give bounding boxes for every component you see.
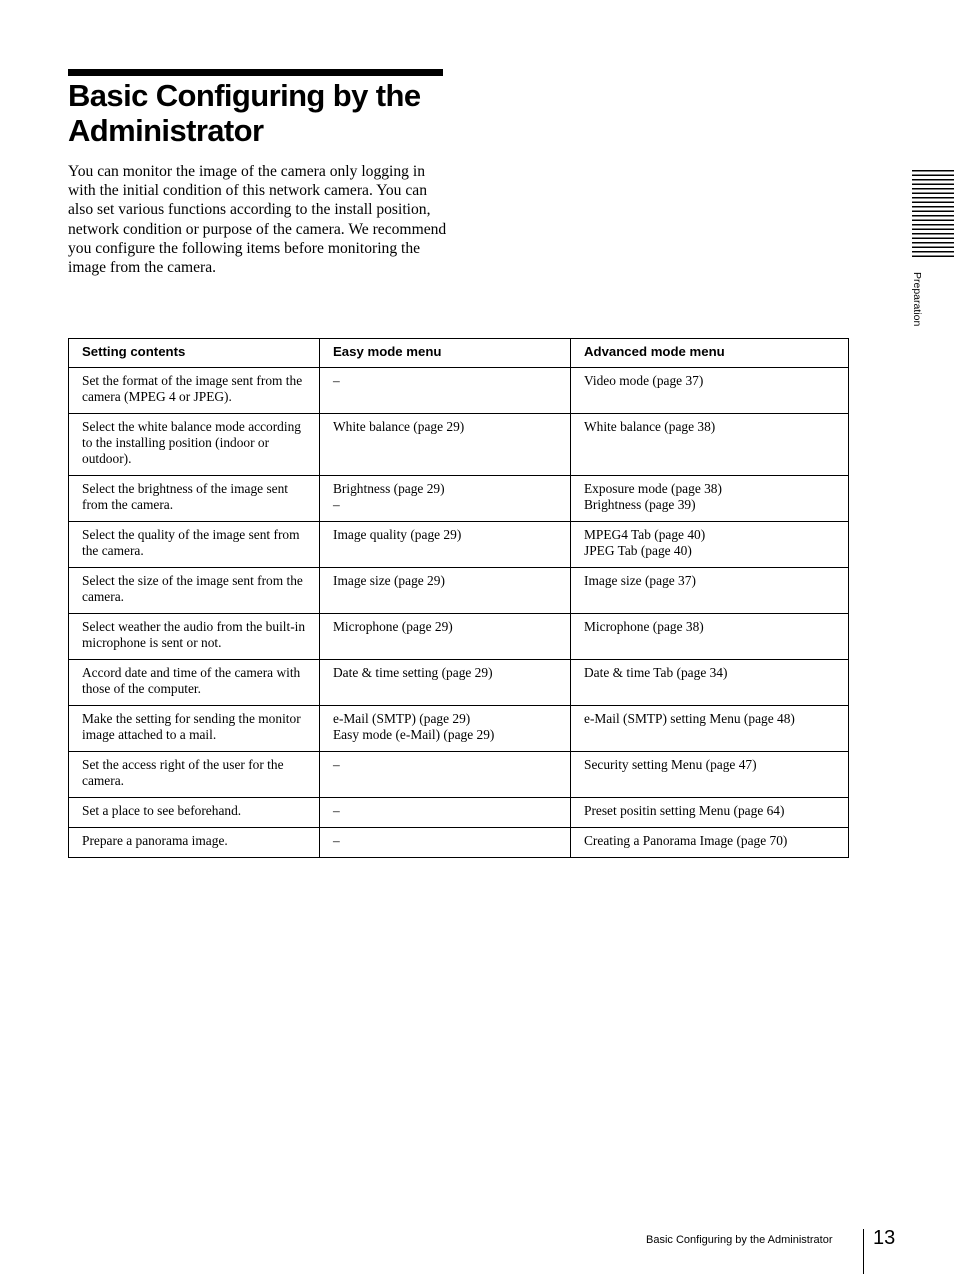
advanced-item: e-Mail (SMTP) setting Menu (page 48) — [584, 711, 795, 726]
advanced-cell: White balance (page 38) — [570, 413, 849, 476]
setting-cell: Select the white balance mode according … — [68, 413, 320, 476]
setting-cell: Set a place to see beforehand. — [68, 797, 320, 828]
advanced-cell: Video mode (page 37) — [570, 367, 849, 414]
advanced-item: Preset positin setting Menu (page 64) — [584, 803, 785, 818]
easy-item: Image size (page 29) — [333, 573, 445, 588]
advanced-cell: Preset positin setting Menu (page 64) — [570, 797, 849, 828]
settings-table: Setting contents Easy mode menu Advanced… — [68, 338, 849, 858]
setting-cell: Accord date and time of the camera with … — [68, 659, 320, 706]
advanced-item: Creating a Panorama Image (page 70) — [584, 833, 788, 848]
advanced-cell: Creating a Panorama Image (page 70) — [570, 827, 849, 858]
table-row: Set a place to see beforehand. – Preset … — [68, 797, 849, 828]
easy-item: – — [333, 803, 340, 818]
page-number: 13 — [873, 1227, 896, 1249]
table-row: Select the quality of the image sent fro… — [68, 521, 849, 568]
page-title: Basic Configuring by the Administrator — [68, 78, 421, 148]
easy-item: Easy mode (e-Mail) (page 29) — [333, 727, 495, 742]
header-advanced-mode-menu: Advanced mode menu — [570, 338, 849, 368]
setting-cell: Set the format of the image sent from th… — [68, 367, 320, 414]
easy-cell: Image quality (page 29) — [319, 521, 571, 568]
advanced-cell: Image size (page 37) — [570, 567, 849, 614]
easy-item: – — [333, 833, 340, 848]
table-row: Select the white balance mode according … — [68, 413, 849, 476]
easy-item: Microphone (page 29) — [333, 619, 453, 634]
advanced-item: Exposure mode (page 38) — [584, 481, 722, 496]
footer-divider — [863, 1229, 864, 1274]
easy-cell: – — [319, 827, 571, 858]
title-rule — [68, 69, 443, 76]
table-row: Set the access right of the user for the… — [68, 751, 849, 798]
easy-item: Brightness (page 29) — [333, 481, 445, 496]
table-row: Select the brightness of the image sent … — [68, 475, 849, 522]
easy-item: White balance (page 29) — [333, 419, 465, 434]
section-tab-label: Preparation — [911, 272, 923, 327]
advanced-item: Microphone (page 38) — [584, 619, 704, 634]
easy-cell: – — [319, 751, 571, 798]
easy-cell: Brightness (page 29) – — [319, 475, 571, 522]
advanced-item: White balance (page 38) — [584, 419, 716, 434]
easy-cell: – — [319, 367, 571, 414]
setting-cell: Prepare a panorama image. — [68, 827, 320, 858]
easy-item: – — [333, 497, 340, 512]
advanced-cell: Microphone (page 38) — [570, 613, 849, 660]
easy-item: Date & time setting (page 29) — [333, 665, 493, 680]
table-row: Select weather the audio from the built-… — [68, 613, 849, 660]
easy-cell: Microphone (page 29) — [319, 613, 571, 660]
section-tab-stripes — [912, 170, 954, 260]
easy-cell: e-Mail (SMTP) (page 29) Easy mode (e-Mai… — [319, 705, 571, 752]
intro-paragraph: You can monitor the image of the camera … — [68, 163, 447, 277]
easy-cell: Date & time setting (page 29) — [319, 659, 571, 706]
header-setting-contents: Setting contents — [68, 338, 320, 368]
setting-cell: Select the brightness of the image sent … — [68, 475, 320, 522]
header-easy-mode-menu: Easy mode menu — [319, 338, 571, 368]
advanced-item: JPEG Tab (page 40) — [584, 543, 692, 558]
setting-cell: Select weather the audio from the built-… — [68, 613, 320, 660]
table-row: Make the setting for sending the monitor… — [68, 705, 849, 752]
advanced-item: Security setting Menu (page 47) — [584, 757, 757, 772]
table-row: Accord date and time of the camera with … — [68, 659, 849, 706]
advanced-item: Video mode (page 37) — [584, 373, 704, 388]
table-header-row: Setting contents Easy mode menu Advanced… — [68, 338, 849, 368]
table-row: Select the size of the image sent from t… — [68, 567, 849, 614]
advanced-item: MPEG4 Tab (page 40) — [584, 527, 706, 542]
advanced-cell: e-Mail (SMTP) setting Menu (page 48) — [570, 705, 849, 752]
setting-cell: Make the setting for sending the monitor… — [68, 705, 320, 752]
setting-cell: Select the quality of the image sent fro… — [68, 521, 320, 568]
table-row: Prepare a panorama image. – Creating a P… — [68, 827, 849, 858]
advanced-item: Date & time Tab (page 34) — [584, 665, 728, 680]
advanced-cell: Exposure mode (page 38) Brightness (page… — [570, 475, 849, 522]
easy-item: – — [333, 757, 340, 772]
advanced-item: Brightness (page 39) — [584, 497, 696, 512]
setting-cell: Select the size of the image sent from t… — [68, 567, 320, 614]
easy-cell: Image size (page 29) — [319, 567, 571, 614]
advanced-item: Image size (page 37) — [584, 573, 696, 588]
easy-cell: White balance (page 29) — [319, 413, 571, 476]
advanced-cell: MPEG4 Tab (page 40) JPEG Tab (page 40) — [570, 521, 849, 568]
setting-cell: Set the access right of the user for the… — [68, 751, 320, 798]
easy-cell: – — [319, 797, 571, 828]
advanced-cell: Date & time Tab (page 34) — [570, 659, 849, 706]
advanced-cell: Security setting Menu (page 47) — [570, 751, 849, 798]
easy-item: – — [333, 373, 340, 388]
footer-section-title: Basic Configuring by the Administrator — [646, 1234, 833, 1246]
easy-item: Image quality (page 29) — [333, 527, 462, 542]
table-row: Set the format of the image sent from th… — [68, 367, 849, 414]
easy-item: e-Mail (SMTP) (page 29) — [333, 711, 471, 726]
